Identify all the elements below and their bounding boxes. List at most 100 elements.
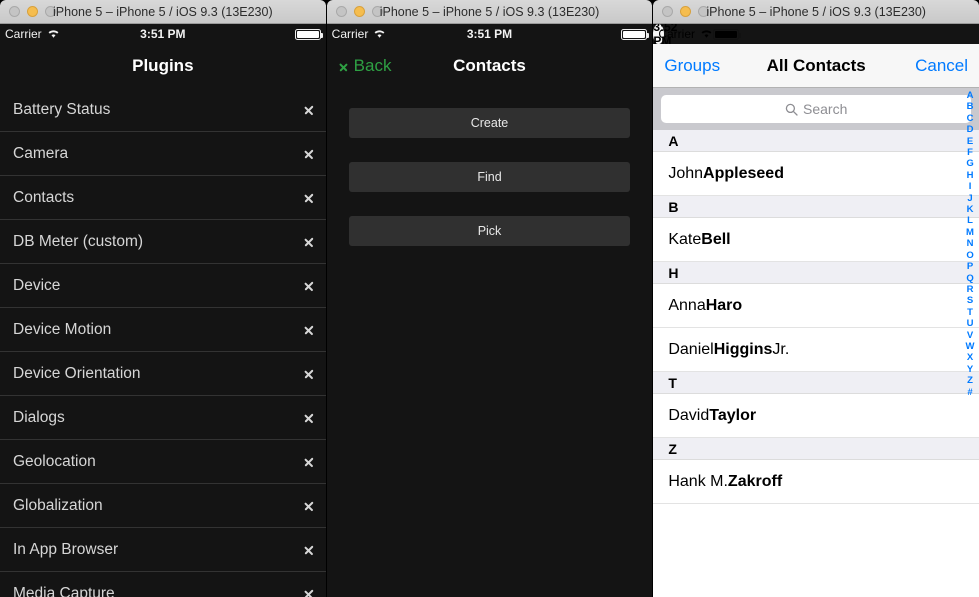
minimize-button[interactable]: [680, 6, 692, 17]
close-button[interactable]: [9, 6, 20, 17]
index-letter[interactable]: J: [967, 193, 972, 204]
index-letter[interactable]: H: [967, 170, 974, 181]
battery-icon: [621, 28, 650, 40]
window-titlebar[interactable]: iPhone 5 – iPhone 5 / iOS 9.3 (13E230): [326, 0, 653, 24]
index-letter[interactable]: L: [967, 215, 973, 226]
window-titlebar[interactable]: iPhone 5 – iPhone 5 / iOS 9.3 (13E230): [653, 0, 979, 24]
list-item[interactable]: Media Capture: [0, 572, 326, 597]
list-item[interactable]: Battery Status: [0, 88, 326, 132]
index-letter[interactable]: Y: [967, 364, 973, 375]
index-letter[interactable]: F: [967, 147, 973, 158]
device-screen: Carrier 3:51 PM Back Contacts Create Fin…: [326, 24, 653, 597]
list-item[interactable]: Geolocation: [0, 440, 326, 484]
close-button[interactable]: [335, 6, 347, 17]
contact-row[interactable]: David Taylor: [653, 394, 979, 438]
index-letter[interactable]: I: [969, 181, 972, 192]
index-letter[interactable]: G: [966, 158, 973, 169]
list-item[interactable]: Device Orientation: [0, 352, 326, 396]
chevron-right-icon: [304, 365, 314, 382]
list-item-label: In App Browser: [13, 540, 119, 558]
contact-first-name: John: [668, 164, 704, 182]
index-letter[interactable]: A: [967, 90, 974, 101]
index-letter[interactable]: X: [967, 352, 973, 363]
index-letter[interactable]: V: [967, 330, 973, 341]
chevron-right-icon: [304, 145, 314, 162]
index-letter[interactable]: Z: [967, 375, 973, 386]
list-item[interactable]: Camera: [0, 132, 326, 176]
search-bar-container: Search: [653, 88, 979, 130]
minimize-button[interactable]: [353, 6, 365, 17]
contact-first-name: David: [668, 406, 710, 424]
simulator-window-plugins: iPhone 5 – iPhone 5 / iOS 9.3 (13E230) C…: [0, 0, 326, 597]
create-button[interactable]: Create: [348, 108, 631, 138]
zoom-button[interactable]: [371, 6, 383, 17]
search-icon: [785, 103, 798, 116]
plugins-screen: Plugins Battery Status Camera Contacts D…: [0, 44, 326, 597]
list-item-label: Device: [13, 276, 61, 294]
cancel-button[interactable]: Cancel: [915, 56, 968, 76]
simulator-screens: iPhone 5 – iPhone 5 / iOS 9.3 (13E230) C…: [0, 0, 979, 597]
index-letter[interactable]: M: [966, 227, 974, 238]
page-title: Plugins: [132, 56, 194, 75]
back-button[interactable]: Back: [339, 56, 392, 76]
index-letter[interactable]: E: [967, 136, 973, 147]
list-item-label: Globalization: [13, 496, 103, 514]
index-letter[interactable]: D: [967, 124, 974, 135]
index-letter[interactable]: B: [967, 101, 974, 112]
contact-row[interactable]: Daniel Higgins Jr.: [653, 328, 979, 372]
chevron-right-icon: [304, 585, 314, 597]
index-letter[interactable]: U: [967, 318, 974, 329]
contact-row[interactable]: Kate Bell: [653, 218, 979, 262]
clock-label: 3:51 PM: [466, 27, 513, 41]
zoom-button[interactable]: [698, 6, 710, 17]
index-letter[interactable]: K: [967, 204, 974, 215]
status-bar-right: [713, 28, 742, 40]
contact-row[interactable]: Anna Haro: [653, 284, 979, 328]
contact-row[interactable]: John Appleseed: [653, 152, 979, 196]
traffic-lights[interactable]: [0, 6, 56, 17]
traffic-lights[interactable]: [653, 6, 710, 17]
list-item[interactable]: Device Motion: [0, 308, 326, 352]
list-item[interactable]: Globalization: [0, 484, 326, 528]
list-item[interactable]: Dialogs: [0, 396, 326, 440]
window-titlebar[interactable]: iPhone 5 – iPhone 5 / iOS 9.3 (13E230): [0, 0, 326, 24]
contact-last-name: Higgins: [713, 340, 773, 358]
index-letter[interactable]: R: [967, 284, 974, 295]
section-header: Z: [653, 438, 979, 460]
list-item-label: Device Orientation: [13, 364, 141, 382]
traffic-lights[interactable]: [327, 6, 383, 17]
pick-button[interactable]: Pick: [348, 216, 631, 246]
chevron-right-icon: [304, 233, 314, 250]
chevron-right-icon: [304, 189, 314, 206]
chevron-left-icon: [339, 58, 348, 74]
index-letter[interactable]: T: [967, 307, 973, 318]
close-button[interactable]: [662, 6, 674, 17]
index-letter[interactable]: O: [966, 250, 973, 261]
index-letter[interactable]: C: [967, 113, 974, 124]
index-letter[interactable]: S: [967, 295, 973, 306]
groups-button[interactable]: Groups: [664, 56, 720, 76]
list-item-label: Battery Status: [13, 100, 111, 118]
index-letter[interactable]: W: [966, 341, 975, 352]
list-item[interactable]: DB Meter (custom): [0, 220, 326, 264]
list-item[interactable]: Contacts: [0, 176, 326, 220]
navigation-bar: Groups All Contacts Cancel: [653, 44, 979, 88]
chevron-right-icon: [304, 497, 314, 514]
section-header: T: [653, 372, 979, 394]
section-header: A: [653, 130, 979, 152]
search-placeholder: Search: [803, 101, 848, 117]
search-input[interactable]: Search: [661, 95, 972, 123]
status-bar: Carrier 3:52 PM: [653, 24, 742, 48]
index-letter[interactable]: P: [967, 261, 973, 272]
index-letter[interactable]: N: [967, 238, 974, 249]
status-bar: Carrier 3:51 PM: [326, 24, 653, 44]
list-item[interactable]: Device: [0, 264, 326, 308]
index-letter[interactable]: Q: [966, 273, 973, 284]
contact-row[interactable]: Hank M. Zakroff: [653, 460, 979, 504]
section-index-bar[interactable]: A B C D E F G H I J K L M N O P Q R S T U V W X Y Z #: [963, 90, 977, 398]
minimize-button[interactable]: [27, 6, 38, 17]
list-item[interactable]: In App Browser: [0, 528, 326, 572]
find-button[interactable]: Find: [348, 162, 631, 192]
index-letter[interactable]: #: [967, 387, 972, 398]
zoom-button[interactable]: [45, 6, 56, 17]
